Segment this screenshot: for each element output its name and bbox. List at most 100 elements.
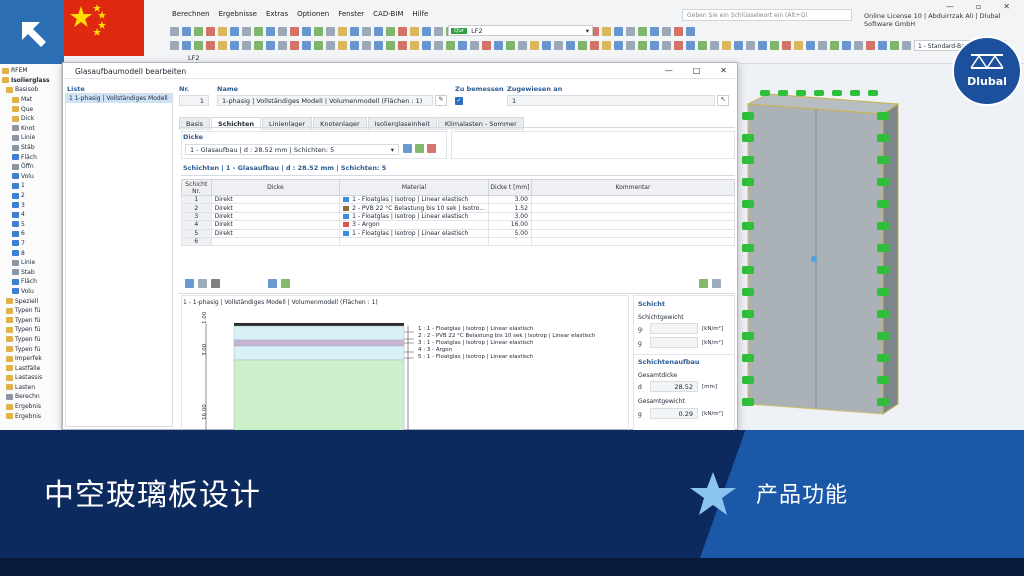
table-cell-material[interactable] [339,236,489,247]
toolbar-button-icon[interactable] [278,26,287,36]
table-cell-dicke[interactable]: Direkt [210,203,341,213]
table-cell-dicke[interactable]: Direkt [210,194,341,205]
toolbar-button-icon[interactable] [806,40,815,50]
toolbar-button-icon[interactable] [398,26,407,36]
table-row[interactable]: 4 Direkt 3 - Argon 16.00 [181,220,736,230]
column-header[interactable]: Material [339,179,489,196]
toolbar-button-icon[interactable] [206,40,215,50]
tab-schichten[interactable]: Schichten [211,117,262,130]
toolbar-button-icon[interactable] [830,40,839,50]
table-cell-t[interactable]: 3.00 [487,211,532,222]
toolbar-button-icon[interactable] [566,40,575,50]
column-header[interactable]: Dicke t [mm] [487,179,532,196]
toolbar-button-icon[interactable] [410,40,419,50]
toolbar-button-icon[interactable] [662,26,671,36]
table-cell-nr[interactable]: 6 [181,236,212,247]
close-icon[interactable]: ✕ [1003,2,1010,11]
toolbar-button-icon[interactable] [338,40,347,50]
toolbar-button-icon[interactable] [818,40,827,50]
toolbar-button-icon[interactable] [374,40,383,50]
copy-row-icon[interactable] [198,279,207,288]
search-input[interactable]: Geben Sie ein Schlüsselwort ein (Alt+Q) [682,9,852,21]
table-cell-kommentar[interactable] [530,228,736,238]
toolbar-button-icon[interactable] [890,40,899,50]
edit-thickness-icon[interactable] [415,144,424,153]
toolbar-button-icon[interactable] [626,40,635,50]
toolbar-button-icon[interactable] [638,26,647,36]
toolbar-button-icon[interactable] [686,40,695,50]
tree-item[interactable]: Basisob [2,85,61,95]
toolbar-button-icon[interactable] [194,26,203,36]
tree-item[interactable]: Typen fü [2,325,61,335]
tree-item[interactable]: Fläch [2,277,61,287]
tree-item[interactable]: 2 [2,191,61,201]
toolbar-button-icon[interactable] [662,40,671,50]
settings-icon[interactable] [712,279,721,288]
toolbar-button-icon[interactable] [734,40,743,50]
toolbar-button-icon[interactable] [506,40,515,50]
zu-bemessen-checkbox[interactable]: ✓ [455,97,463,105]
new-thickness-icon[interactable] [403,144,412,153]
select-icon[interactable]: ↖ [717,95,729,106]
tree-item[interactable]: Dick [2,114,61,124]
tree-item[interactable]: Mat [2,95,61,105]
toolbar-button-icon[interactable] [362,40,371,50]
toolbar-button-icon[interactable] [854,40,863,50]
tree-item[interactable]: Que [2,104,61,114]
toolbar-button-icon[interactable] [338,26,347,36]
toolbar-button-icon[interactable] [218,40,227,50]
toolbar-button-icon[interactable] [230,40,239,50]
table-cell-material[interactable]: 1 - Floatglas | Isotrop | Linear elastis… [339,228,489,238]
table-cell-kommentar[interactable] [530,220,736,230]
zugewiesen-field[interactable]: 1 [507,95,715,106]
insert-row-icon[interactable] [185,279,194,288]
tree-item[interactable]: 7 [2,239,61,249]
tree-item[interactable]: 6 [2,229,61,239]
toolbar-button-icon[interactable] [674,40,683,50]
import-icon[interactable] [268,279,277,288]
minimize-icon[interactable]: — [665,66,673,75]
table-cell-kommentar[interactable] [530,211,736,222]
table-row[interactable]: 6 [181,236,736,247]
toolbar-button-icon[interactable] [290,26,299,36]
toolbar-button-icon[interactable] [410,26,419,36]
toolbar-button-icon[interactable] [470,40,479,50]
table-cell-dicke[interactable] [210,236,341,247]
toolbar-button-icon[interactable] [458,40,467,50]
toolbar-button-icon[interactable] [614,40,623,50]
library-icon[interactable] [427,144,436,153]
toolbar-button-icon[interactable] [434,26,443,36]
toolbar-button-icon[interactable] [698,40,707,50]
delete-row-icon[interactable] [211,279,220,288]
3d-view[interactable] [738,64,1024,430]
minimize-icon[interactable]: — [946,2,954,11]
toolbar-button-icon[interactable] [758,40,767,50]
table-row[interactable]: 3 Direkt 1 - Floatglas | Isotrop | Linear … [181,211,736,222]
table-cell-material[interactable]: 1 - Floatglas | Isotrop | Linear elastis… [339,211,489,222]
toolbar-button-icon[interactable] [314,40,323,50]
toolbar-button-icon[interactable] [770,40,779,50]
toolbar-button-icon[interactable] [746,40,755,50]
tree-item[interactable]: Stäb [2,143,61,153]
toolbar-button-icon[interactable] [278,40,287,50]
toolbar-button-icon[interactable] [518,40,527,50]
table-row[interactable]: 1 Direkt 1 - Floatglas | Isotrop | Linear … [181,194,736,205]
toolbar-button-icon[interactable] [266,40,275,50]
toolbar-button-icon[interactable] [866,40,875,50]
excel-icon[interactable] [699,279,708,288]
tab-klimalasten-sommer[interactable]: Klimalasten - Sommer [437,117,524,130]
menu-item[interactable]: CAD-BIM [373,10,403,18]
toolbar-button-icon[interactable] [674,26,683,36]
toolbar-button-icon[interactable] [650,26,659,36]
menu-item[interactable]: Extras [266,10,288,18]
toolbar-button-icon[interactable] [182,40,191,50]
toolbar-button-icon[interactable] [602,26,611,36]
tree-item[interactable]: 8 [2,248,61,258]
table-cell-nr[interactable]: 1 [181,194,212,205]
toolbar-button-icon[interactable] [794,40,803,50]
toolbar-button-icon[interactable] [386,40,395,50]
table-cell-dicke[interactable]: Direkt [210,211,341,222]
toolbar-button-icon[interactable] [326,40,335,50]
tree-item[interactable]: Isolierglass [2,76,61,86]
menu-item[interactable]: Hilfe [412,10,428,18]
